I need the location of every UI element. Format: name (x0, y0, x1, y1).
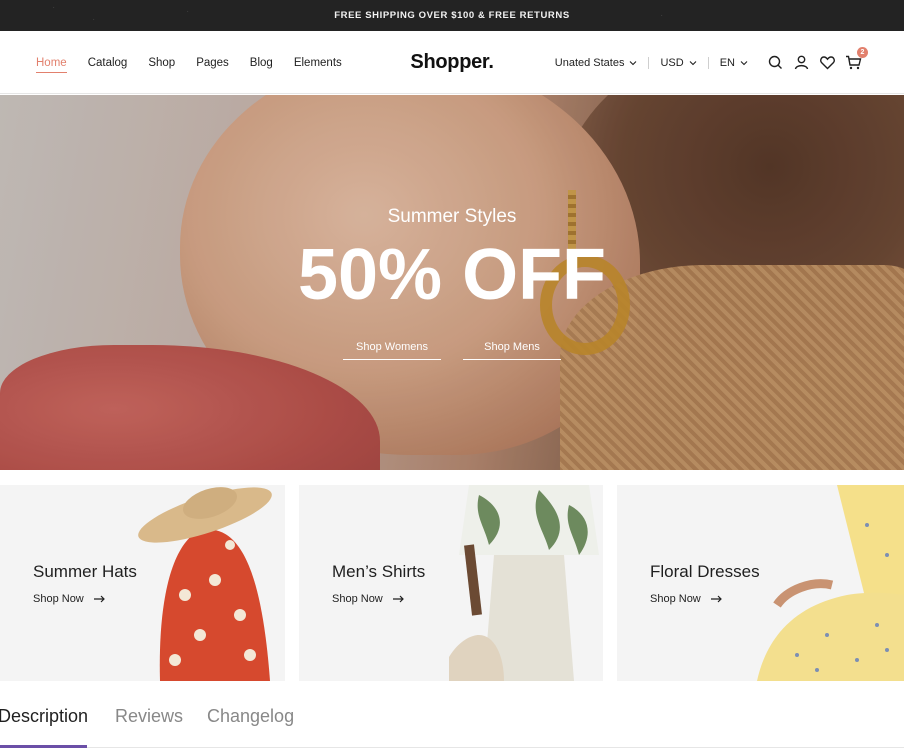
nav-item-pages[interactable]: Pages (196, 57, 229, 69)
logo-text[interactable]: Shopper. (410, 51, 493, 74)
nav-item-catalog[interactable]: Catalog (88, 57, 128, 69)
nav-item-home[interactable]: Home (36, 57, 67, 73)
language-value: EN (719, 56, 735, 69)
shop-now-link[interactable]: Shop Now (650, 593, 723, 605)
language-select[interactable]: EN (720, 57, 748, 69)
country-select[interactable]: Unated States (555, 57, 638, 69)
site-header: Home Catalog Shop Pages Blog Elements Sh… (0, 31, 904, 94)
header-utilities: Unated States USD EN 2 (555, 31, 868, 94)
chevron-down-icon (689, 60, 697, 65)
category-card-summer-hats[interactable]: Summer Hats Shop Now (0, 485, 285, 681)
tab-description[interactable]: Description (0, 706, 88, 727)
card-title: Summer Hats (33, 562, 137, 581)
category-card-mens-shirts[interactable]: Men’s Shirts Shop Now (299, 485, 603, 681)
heart-icon[interactable] (819, 54, 836, 71)
currency-value: USD (660, 56, 684, 69)
header-icons: 2 (758, 47, 868, 71)
nav-item-elements[interactable]: Elements (294, 57, 342, 69)
category-cards: Summer Hats Shop Now Men’s Shirts Shop N… (0, 485, 904, 681)
decorative-dot: · (186, 6, 190, 17)
user-icon[interactable] (793, 54, 810, 71)
active-tab-indicator (0, 745, 87, 748)
hero-links: Shop Womens Shop Mens (0, 341, 904, 360)
search-icon[interactable] (767, 54, 784, 71)
tab-changelog[interactable]: Changelog (207, 706, 294, 727)
category-card-floral-dresses[interactable]: Floral Dresses Shop Now (617, 485, 904, 681)
shirt-model-image (449, 485, 599, 681)
nav-item-shop[interactable]: Shop (148, 57, 175, 69)
nav-item-blog[interactable]: Blog (250, 57, 273, 69)
hero-banner: Summer Styles 50% OFF Shop Womens Shop M… (0, 95, 904, 470)
chevron-down-icon (740, 60, 748, 65)
shop-mens-link[interactable]: Shop Mens (463, 341, 561, 360)
card-title: Men’s Shirts (332, 562, 426, 581)
announcement-bar: · · · · FREE SHIPPING OVER $100 & FREE R… (0, 0, 904, 31)
divider (648, 56, 650, 69)
decorative-dot: · (660, 10, 664, 21)
main-nav: Home Catalog Shop Pages Blog Elements (36, 31, 363, 94)
hat-model-image (138, 487, 272, 681)
tabs-divider (0, 747, 904, 748)
arrow-right-icon (710, 595, 722, 603)
currency-select[interactable]: USD (660, 56, 697, 69)
shop-now-label: Shop Now (33, 593, 84, 605)
shop-now-link[interactable]: Shop Now (33, 593, 106, 605)
shop-womens-link[interactable]: Shop Womens (343, 341, 441, 360)
hero-content: Summer Styles 50% OFF Shop Womens Shop M… (0, 95, 904, 470)
arrow-right-icon (93, 595, 105, 603)
hero-subtitle: Summer Styles (387, 206, 517, 227)
shop-now-label: Shop Now (332, 593, 383, 605)
chevron-down-icon (630, 60, 637, 65)
product-tabs: Description Reviews Changelog (0, 682, 904, 756)
dress-model-image (757, 485, 904, 681)
country-value: Unated States (554, 56, 625, 69)
hero-title: 50% OFF (297, 235, 607, 315)
divider (707, 56, 709, 69)
decorative-dot: · (92, 14, 96, 25)
cart-icon[interactable]: 2 (845, 47, 868, 71)
arrow-right-icon (392, 595, 404, 603)
announcement-text: FREE SHIPPING OVER $100 & FREE RETURNS (334, 10, 570, 21)
tab-reviews[interactable]: Reviews (115, 706, 183, 727)
shop-now-label: Shop Now (650, 593, 701, 605)
decorative-dot: · (52, 2, 56, 13)
card-title: Floral Dresses (650, 562, 760, 581)
cart-count-badge: 2 (857, 47, 868, 58)
shop-now-link[interactable]: Shop Now (332, 593, 405, 605)
